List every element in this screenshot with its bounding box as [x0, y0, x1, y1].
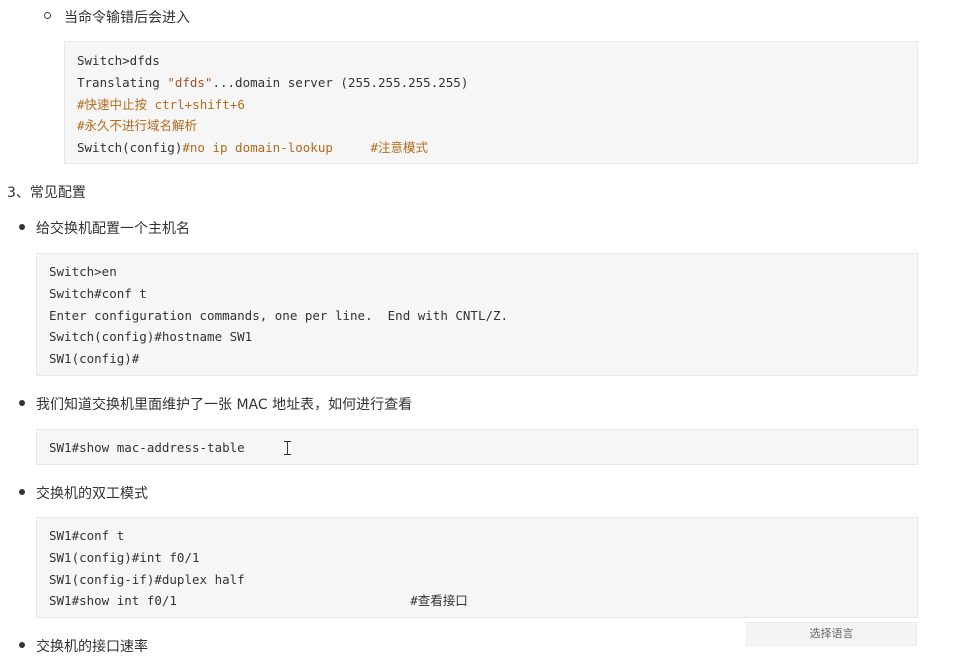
- code-line: SW1#conf t: [49, 528, 125, 543]
- code-line: SW1(config)#int f0/1: [49, 549, 200, 565]
- dot-bullet-icon: [19, 489, 25, 495]
- list-item-text: 我们知道交换机里面维护了一张 MAC 地址表，如何进行查看: [36, 397, 413, 413]
- code-line: Switch(config)#hostname SW1: [49, 329, 253, 345]
- code-line: SW1(config)#: [49, 351, 140, 367]
- code-line: Translating "dfds"...domain server (255.…: [77, 72, 917, 94]
- list-item-text: 交换机的接口速率: [36, 639, 148, 655]
- code-text: Switch(config): [77, 140, 183, 156]
- list-item-text: 交换机的双工模式: [36, 486, 148, 502]
- list-item-text: 当命令输错后会进入: [64, 10, 190, 26]
- code-comment: #no ip domain-lookup #注意模式: [182, 140, 429, 156]
- dot-bullet-icon: [19, 642, 25, 648]
- language-select[interactable]: 选择语言: [746, 622, 917, 646]
- code-block-domain-lookup[interactable]: Switch>dfds Translating "dfds"...domain …: [64, 41, 918, 164]
- code-text: Translating: [77, 74, 168, 90]
- code-line: SW1(config-if)#duplex half: [49, 571, 245, 587]
- code-line: Switch>dfds: [77, 53, 160, 68]
- code-line: Enter configuration commands, one per li…: [49, 307, 509, 323]
- dot-bullet-icon: [19, 224, 25, 230]
- circle-bullet-icon: [44, 12, 51, 19]
- code-block-hostname[interactable]: Switch>en Switch#conf t Enter configurat…: [36, 253, 918, 376]
- code-string: "dfds": [167, 74, 213, 90]
- text-cursor-icon: [284, 441, 291, 455]
- section-heading: 3、常见配置: [7, 185, 86, 201]
- dot-bullet-icon: [19, 400, 25, 406]
- code-line: Switch#conf t: [49, 285, 147, 301]
- code-comment: #快速中止按 ctrl+shift+6: [77, 96, 245, 112]
- code-line: Switch>en: [49, 264, 117, 279]
- code-line: SW1#show int f0/1 #查看接口: [49, 593, 468, 609]
- code-comment: #永久不进行域名解析: [77, 118, 198, 134]
- code-block-mac-table[interactable]: SW1#show mac-address-table: [36, 429, 918, 465]
- code-line: SW1#show mac-address-table: [49, 440, 245, 455]
- list-item-text: 给交换机配置一个主机名: [36, 221, 190, 237]
- code-block-duplex[interactable]: SW1#conf t SW1(config)#int f0/1 SW1(conf…: [36, 517, 918, 618]
- code-text: ...domain server (255.255.255.255): [212, 74, 469, 90]
- code-line: Switch(config)#no ip domain-lookup #注意模式: [77, 137, 917, 159]
